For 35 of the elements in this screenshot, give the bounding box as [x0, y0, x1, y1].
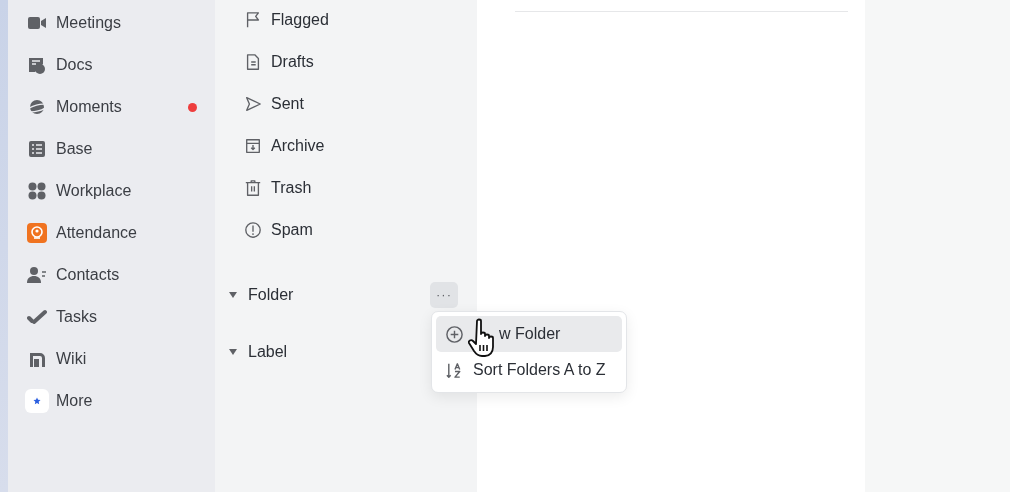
menu-item[interactable]: Sort Folders A to Z [436, 352, 622, 388]
nav-item[interactable]: Tasks [27, 296, 199, 338]
alert-icon [244, 220, 262, 239]
check-icon [27, 307, 47, 327]
send-icon [244, 94, 262, 113]
archive-icon [244, 136, 262, 155]
table-icon [27, 139, 47, 159]
folder-item[interactable]: Flagged [228, 0, 477, 41]
document-icon [244, 52, 262, 71]
badge-icon [27, 223, 47, 243]
nav-item[interactable]: Wiki [27, 338, 199, 380]
nav-item[interactable]: Docs [27, 44, 199, 86]
nav-item[interactable]: Meetings [27, 2, 199, 44]
nav-item[interactable]: Contacts [27, 254, 199, 296]
nav-item[interactable]: More [27, 380, 199, 422]
menu-item[interactable]: w Folder [436, 316, 622, 352]
folder-item[interactable]: Archive [228, 124, 477, 167]
trash-icon [244, 178, 262, 197]
grid-icon [27, 181, 47, 201]
nav-item[interactable]: Moments [27, 86, 199, 128]
folder-item[interactable]: Drafts [228, 40, 477, 83]
section-header[interactable]: Folder [228, 285, 294, 304]
section-header[interactable]: Label [228, 342, 288, 361]
document-icon [27, 55, 47, 75]
folder-item[interactable]: Trash [228, 166, 477, 209]
folder-item[interactable]: Spam [228, 208, 477, 251]
nav-item[interactable]: Base [27, 128, 199, 170]
person-icon [27, 265, 47, 285]
nav-item[interactable]: Attendance [27, 212, 199, 254]
add-circle-icon [445, 324, 464, 344]
more-button[interactable]: ··· [430, 281, 458, 308]
nav-item[interactable]: Workplace [27, 170, 199, 212]
folder-item[interactable]: Sent [228, 82, 477, 125]
flag-icon [244, 10, 262, 29]
planet-icon [27, 97, 47, 117]
